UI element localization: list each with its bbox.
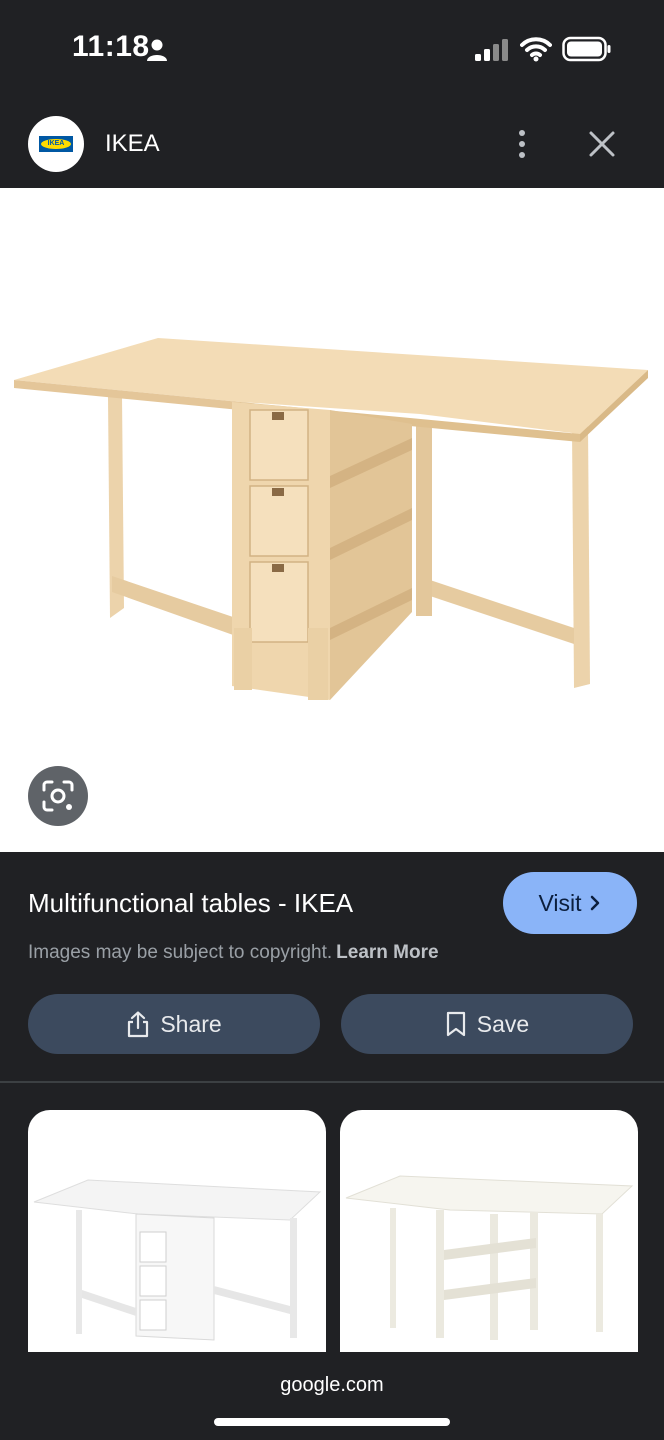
url-label[interactable]: google.com — [0, 1374, 664, 1397]
share-label: Share — [160, 1010, 222, 1037]
more-vert-icon[interactable] — [506, 128, 538, 160]
wifi-icon — [520, 37, 552, 62]
lens-icon — [42, 780, 74, 812]
status-bar: 11:18 — [0, 0, 664, 100]
page-title[interactable]: Multifunctional tables - IKEA — [28, 888, 353, 919]
site-logo: IKEA — [28, 116, 84, 172]
lens-button[interactable] — [28, 766, 88, 826]
person-icon — [147, 39, 167, 61]
related-table-image — [33, 1179, 322, 1341]
save-button[interactable]: Save — [341, 994, 633, 1054]
related-table-image — [345, 1175, 634, 1340]
status-time: 11:18 — [72, 30, 150, 63]
product-image[interactable] — [0, 188, 664, 852]
copyright-notice: Images may be subject to copyright. Learn… — [28, 942, 439, 964]
visit-button[interactable]: Visit — [503, 872, 637, 934]
site-name: IKEA — [105, 130, 160, 157]
home-indicator[interactable] — [214, 1418, 450, 1426]
viewer-header: IKEA IKEA — [0, 100, 664, 188]
logo-text: IKEA — [41, 139, 71, 149]
share-button[interactable]: Share — [28, 994, 320, 1054]
close-icon[interactable] — [586, 128, 618, 160]
related-image-card[interactable] — [340, 1110, 638, 1370]
gateleg-table-image — [14, 338, 648, 700]
save-label: Save — [476, 1010, 530, 1037]
section-divider — [0, 1081, 664, 1083]
visit-label: Visit — [538, 889, 582, 916]
chevron-right-icon — [590, 895, 599, 911]
share-icon — [128, 1011, 149, 1038]
result-info-panel: Multifunctional tables - IKEA Visit Imag… — [0, 852, 664, 1082]
battery-icon — [562, 36, 611, 62]
learn-more-link[interactable]: Learn More — [336, 942, 438, 963]
bottom-url-bar: google.com — [0, 1352, 664, 1440]
related-image-card[interactable] — [28, 1110, 326, 1370]
bookmark-icon — [446, 1011, 465, 1037]
copyright-text: Images may be subject to copyright. — [28, 942, 333, 963]
signal-icon — [475, 39, 508, 61]
